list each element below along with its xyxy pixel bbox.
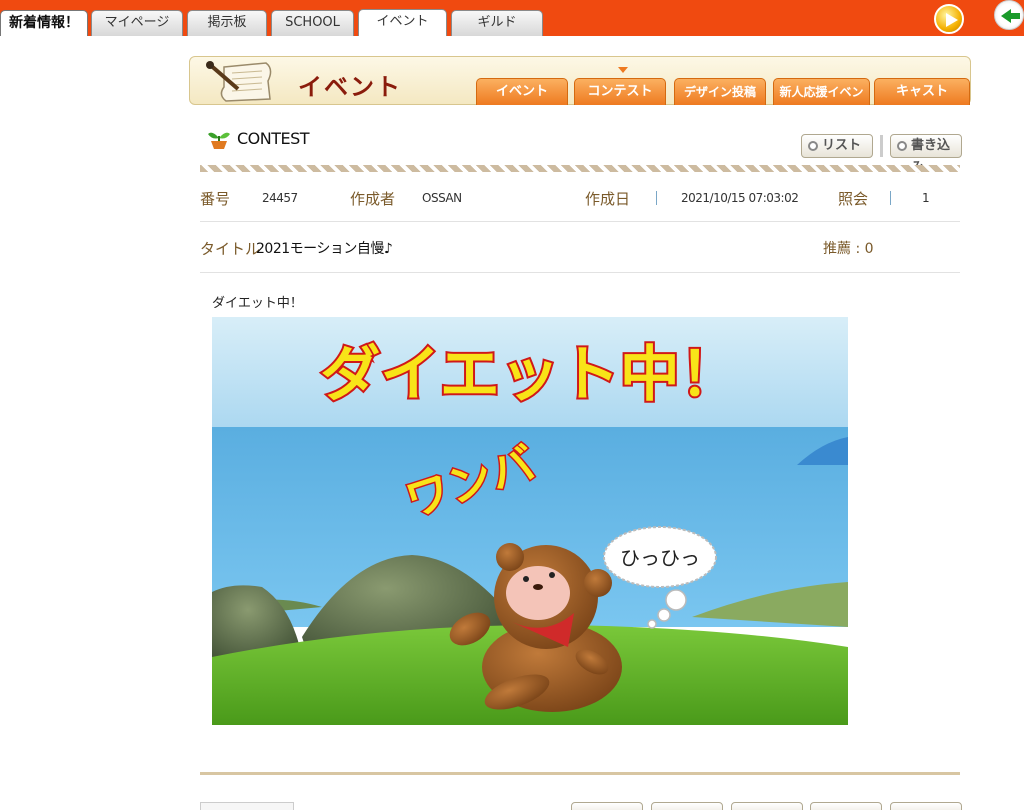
bottom-button[interactable] [810,802,882,810]
subtab-newbie-event[interactable]: 新人応援イベント [773,78,870,125]
author-label: 作成者 [350,190,396,208]
circle-icon [897,141,907,151]
content-bottom-divider [200,772,960,775]
active-tab-marker-icon [618,67,628,73]
list-button-label: リスト [822,138,862,153]
row-divider [200,221,960,222]
caption-big: ダイエット中！ [318,338,741,412]
subtab-contest[interactable]: コンテスト [574,78,666,105]
sprout-pot-icon [208,132,230,149]
date-label: 作成日 [585,190,631,208]
tab-news[interactable]: 新着情報！ [0,10,88,36]
post-image: ダイエット中！ ワンバ ひっひっ [212,317,848,725]
number-label: 番号 [200,190,231,208]
circle-icon [808,141,818,151]
decorative-stripe [200,165,960,172]
banner-title: イベント [298,73,402,101]
divider [880,135,883,157]
scroll-quill-icon [206,61,272,102]
tab-event[interactable]: イベント [358,9,447,36]
bottom-button[interactable] [651,802,723,810]
post-body-text: ダイエット中！ [212,296,303,311]
recommend-count: 推薦 : 0 [823,241,874,257]
top-navigation-bar: 新着情報！ マイページ 掲示板 SCHOOL イベント ギルド [0,0,1024,36]
post-title: 2021モーション自慢♪ [256,241,393,257]
bottom-button[interactable] [731,802,803,810]
title-label: タイトル [200,240,261,258]
subtab-cast[interactable]: キャスト [874,78,970,105]
number-value: 24457 [262,191,298,205]
divider [656,191,657,205]
notification-bell-icon[interactable] [934,4,964,34]
author-value: OSSAN [422,191,462,205]
svg-text:ひっひっ: ひっひっ [620,546,700,570]
section-title: CONTEST [237,129,310,148]
event-banner: イベント イベント コンテスト デザイン投稿 新人応援イベント キャスト [189,56,971,125]
row-divider [200,272,960,273]
date-value: 2021/10/15 07:03:02 [681,191,799,205]
tab-mypage[interactable]: マイページ [91,10,183,36]
divider [890,191,891,205]
views-value: 1 [922,191,930,205]
bottom-button[interactable] [890,802,962,810]
svg-text:ダイエット中！: ダイエット中！ [320,340,739,410]
bottom-button[interactable] [571,802,643,810]
write-button[interactable]: 書き込み [890,134,962,175]
back-arrow-icon[interactable] [994,0,1024,30]
tab-guild[interactable]: ギルド [451,10,543,36]
subtab-event[interactable]: イベント [476,78,568,105]
views-label: 照会 [838,190,869,208]
list-button[interactable]: リスト [801,134,873,158]
reply-section-tab [200,802,294,810]
subtab-design-post[interactable]: デザイン投稿 [674,78,766,105]
tab-board[interactable]: 掲示板 [187,10,267,36]
tab-school[interactable]: SCHOOL [271,10,354,36]
